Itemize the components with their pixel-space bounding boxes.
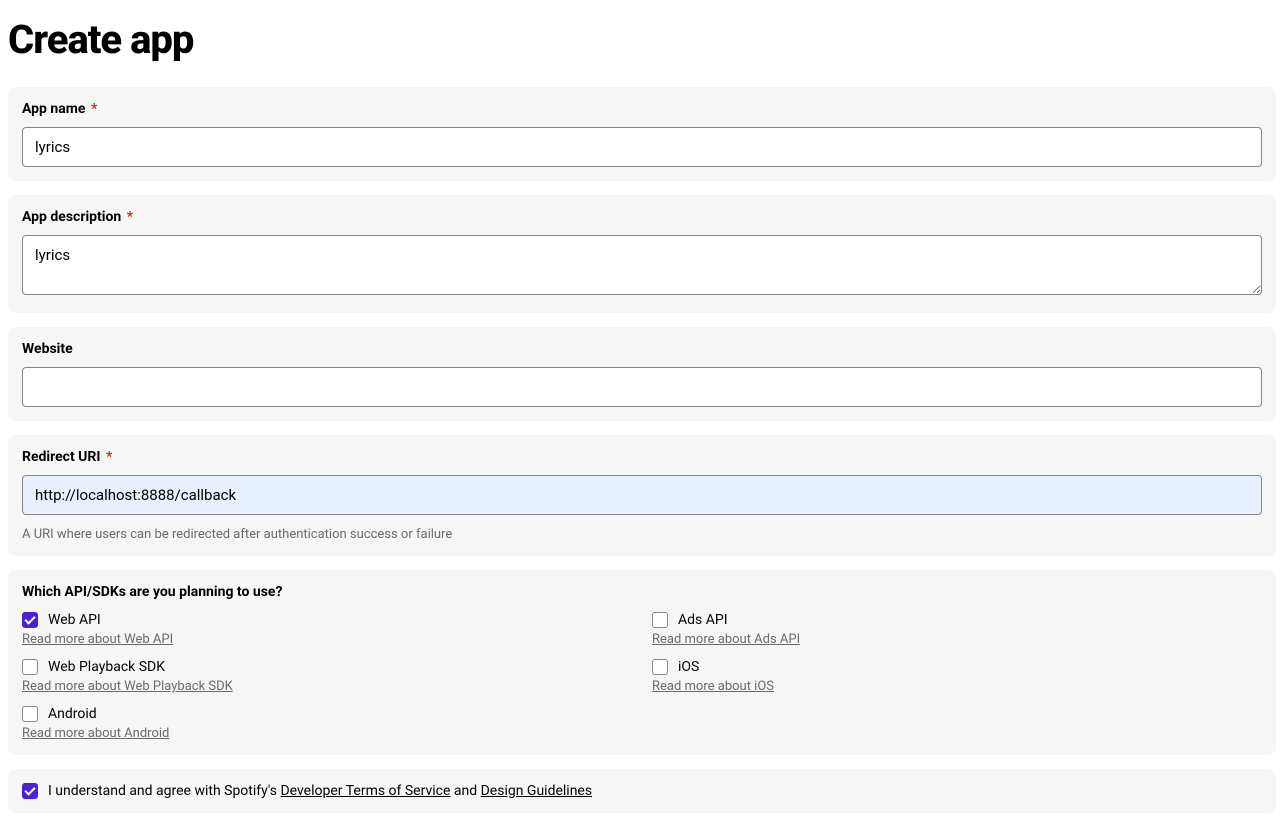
section-website: Website <box>8 327 1276 421</box>
guidelines-link[interactable]: Design Guidelines <box>481 783 592 799</box>
website-label-text: Website <box>22 341 73 357</box>
api-item-web-playback: Web Playback SDK Read more about Web Pla… <box>22 659 632 694</box>
readmore-ios[interactable]: Read more about iOS <box>652 679 774 694</box>
readmore-web-api[interactable]: Read more about Web API <box>22 632 173 647</box>
apis-question: Which API/SDKs are you planning to use? <box>22 584 1262 600</box>
readmore-android[interactable]: Read more about Android <box>22 726 169 741</box>
api-item-ios: iOS Read more about iOS <box>652 659 1262 694</box>
app-name-label: App name * <box>22 101 1262 117</box>
app-description-input[interactable]: lyrics <box>22 235 1262 295</box>
required-asterisk: * <box>91 101 97 117</box>
redirect-uri-label-text: Redirect URI <box>22 449 100 465</box>
readmore-web-playback[interactable]: Read more about Web Playback SDK <box>22 679 233 694</box>
api-label: Android <box>48 706 97 722</box>
api-label: Ads API <box>678 612 728 628</box>
app-name-input[interactable] <box>22 127 1262 167</box>
api-item-ads-api: Ads API Read more about Ads API <box>652 612 1262 647</box>
checkbox-android[interactable] <box>22 706 38 722</box>
website-input[interactable] <box>22 367 1262 407</box>
checkbox-agreement[interactable] <box>22 783 38 799</box>
checkbox-ios[interactable] <box>652 659 668 675</box>
app-description-label-text: App description <box>22 209 121 225</box>
redirect-uri-input[interactable] <box>22 475 1262 515</box>
required-asterisk: * <box>127 209 133 225</box>
api-label: Web API <box>48 612 101 628</box>
redirect-uri-label: Redirect URI * <box>22 449 1262 465</box>
section-redirect-uri: Redirect URI * A URI where users can be … <box>8 435 1276 556</box>
apis-grid: Web API Read more about Web API Ads API … <box>22 612 1262 741</box>
agreement-connector: and <box>450 783 480 799</box>
section-agreement: I understand and agree with Spotify's De… <box>8 769 1276 813</box>
required-asterisk: * <box>106 449 112 465</box>
website-label: Website <box>22 341 1262 357</box>
agreement-prefix: I understand and agree with Spotify's <box>48 783 280 799</box>
api-label: Web Playback SDK <box>48 659 165 675</box>
checkbox-ads-api[interactable] <box>652 612 668 628</box>
app-name-label-text: App name <box>22 101 85 117</box>
api-item-android: Android Read more about Android <box>22 706 632 741</box>
redirect-uri-helper: A URI where users can be redirected afte… <box>22 527 1262 542</box>
terms-link[interactable]: Developer Terms of Service <box>280 783 450 799</box>
app-description-label: App description * <box>22 209 1262 225</box>
section-apis: Which API/SDKs are you planning to use? … <box>8 570 1276 755</box>
checkbox-web-api[interactable] <box>22 612 38 628</box>
section-app-name: App name * <box>8 87 1276 181</box>
api-item-web-api: Web API Read more about Web API <box>22 612 632 647</box>
section-app-description: App description * lyrics <box>8 195 1276 313</box>
api-label: iOS <box>678 659 699 675</box>
agreement-text: I understand and agree with Spotify's De… <box>48 783 592 799</box>
page-title: Create app <box>8 16 1276 63</box>
checkbox-web-playback[interactable] <box>22 659 38 675</box>
readmore-ads-api[interactable]: Read more about Ads API <box>652 632 800 647</box>
